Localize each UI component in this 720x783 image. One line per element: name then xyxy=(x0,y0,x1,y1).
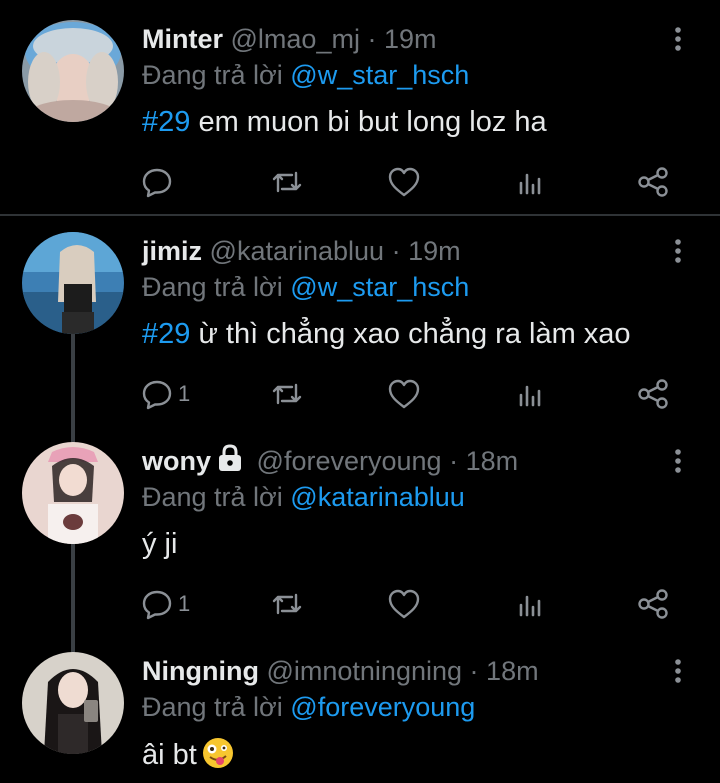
tweet-header: jimiz @katarinabluu · 19m xyxy=(142,234,461,268)
heart-icon xyxy=(388,167,420,197)
more-vertical-icon[interactable] xyxy=(668,444,688,478)
avatar[interactable] xyxy=(22,442,124,544)
share-icon xyxy=(638,589,668,619)
like-button[interactable] xyxy=(386,582,422,626)
display-name[interactable]: Minter xyxy=(142,24,223,54)
avatar[interactable] xyxy=(22,20,124,122)
separator-dot: · xyxy=(367,24,377,54)
timestamp[interactable]: 19m xyxy=(408,236,461,266)
zany-face-emoji xyxy=(201,736,235,779)
separator-dot: · xyxy=(391,236,401,266)
retweet-icon xyxy=(272,171,302,193)
mention-link[interactable]: @katarinabluu xyxy=(290,482,465,512)
reply-count: 1 xyxy=(178,381,191,406)
hashtag-link[interactable]: #29 xyxy=(142,318,190,350)
analytics-button[interactable] xyxy=(516,160,546,204)
display-name[interactable]: jimiz xyxy=(142,236,202,266)
analytics-button[interactable] xyxy=(516,582,546,626)
share-button[interactable] xyxy=(636,160,670,204)
like-button[interactable] xyxy=(386,372,422,416)
tweet-header: Minter @lmao_mj · 19m xyxy=(142,22,437,56)
tweet-text: #29 em muon bi but long loz ha xyxy=(142,104,547,140)
replying-to: Đang trả lời @w_star_hsch xyxy=(142,270,469,304)
analytics-icon xyxy=(519,595,541,617)
comment-icon xyxy=(142,590,172,620)
user-handle[interactable]: @katarinabluu xyxy=(210,236,385,266)
timestamp[interactable]: 19m xyxy=(384,24,437,54)
tweet-body: ừ thì chẳng xao chẳng ra làm xao xyxy=(190,318,631,350)
tweet-header: wony @foreveryoung · 18m xyxy=(142,444,518,480)
share-icon xyxy=(638,379,668,409)
reply-count: 1 xyxy=(178,591,191,616)
display-name[interactable]: Ningning xyxy=(142,656,259,686)
more-vertical-icon[interactable] xyxy=(668,22,688,56)
action-bar: 1 xyxy=(0,582,720,626)
more-vertical-icon[interactable] xyxy=(668,654,688,688)
tweet-body: em muon bi but long loz ha xyxy=(190,106,547,138)
lock-icon xyxy=(217,444,243,480)
reply-button[interactable] xyxy=(140,160,178,204)
replying-to-label: Đang trả lời xyxy=(142,482,283,512)
user-handle[interactable]: @foreveryoung xyxy=(257,446,442,476)
retweet-icon xyxy=(272,383,302,405)
timestamp[interactable]: 18m xyxy=(486,656,539,686)
tweet-jimiz[interactable]: jimiz @katarinabluu · 19m Đang trả lời @… xyxy=(0,212,720,422)
share-button[interactable] xyxy=(636,582,670,626)
retweet-button[interactable] xyxy=(270,372,304,416)
replying-to: Đang trả lời @foreveryoung xyxy=(142,690,475,724)
share-icon xyxy=(638,167,668,197)
timestamp[interactable]: 18m xyxy=(466,446,519,476)
like-button[interactable] xyxy=(386,160,422,204)
analytics-icon xyxy=(519,173,541,195)
tweet-header: Ningning @imnotningning · 18m xyxy=(142,654,539,688)
replying-to: Đang trả lời @katarinabluu xyxy=(142,480,465,514)
retweet-button[interactable] xyxy=(270,160,304,204)
separator-dot: · xyxy=(469,656,479,686)
retweet-button[interactable] xyxy=(270,582,304,626)
analytics-button[interactable] xyxy=(516,372,546,416)
mention-link[interactable]: @foreveryoung xyxy=(290,692,475,722)
replying-to-label: Đang trả lời xyxy=(142,692,283,722)
retweet-icon xyxy=(272,593,302,615)
replying-to: Đang trả lời @w_star_hsch xyxy=(142,58,469,92)
action-bar: 1 xyxy=(0,372,720,416)
mention-link[interactable]: @w_star_hsch xyxy=(290,60,469,90)
reply-button[interactable]: 1 xyxy=(140,372,190,416)
tweet-ningning[interactable]: Ningning @imnotningning · 18m Đang trả l… xyxy=(0,632,720,783)
share-button[interactable] xyxy=(636,372,670,416)
separator-dot: · xyxy=(449,446,459,476)
reply-button[interactable]: 1 xyxy=(140,582,190,626)
avatar[interactable] xyxy=(22,652,124,754)
display-name[interactable]: wony xyxy=(142,446,211,476)
tweet-minter[interactable]: Minter @lmao_mj · 19m Đang trả lời @w_st… xyxy=(0,0,720,214)
hashtag-link[interactable]: #29 xyxy=(142,106,190,138)
replying-to-label: Đang trả lời xyxy=(142,60,283,90)
replying-to-label: Đang trả lời xyxy=(142,272,283,302)
analytics-icon xyxy=(519,385,541,407)
action-bar xyxy=(0,160,720,204)
tweet-wony[interactable]: wony @foreveryoung · 18m Đang trả lời @k… xyxy=(0,422,720,632)
tweet-text: ý ji xyxy=(142,526,177,562)
tweet-text: âi bt xyxy=(142,736,235,779)
mention-link[interactable]: @w_star_hsch xyxy=(290,272,469,302)
user-handle[interactable]: @lmao_mj xyxy=(231,24,360,54)
comment-icon xyxy=(142,168,172,198)
more-vertical-icon[interactable] xyxy=(668,234,688,268)
comment-icon xyxy=(142,380,172,410)
user-handle[interactable]: @imnotningning xyxy=(266,656,462,686)
heart-icon xyxy=(388,589,420,619)
heart-icon xyxy=(388,379,420,409)
tweet-body: ý ji xyxy=(142,528,178,560)
tweet-text: #29 ừ thì chẳng xao chẳng ra làm xao xyxy=(142,316,631,352)
tweet-body: âi bt xyxy=(142,739,197,771)
avatar[interactable] xyxy=(22,232,124,334)
